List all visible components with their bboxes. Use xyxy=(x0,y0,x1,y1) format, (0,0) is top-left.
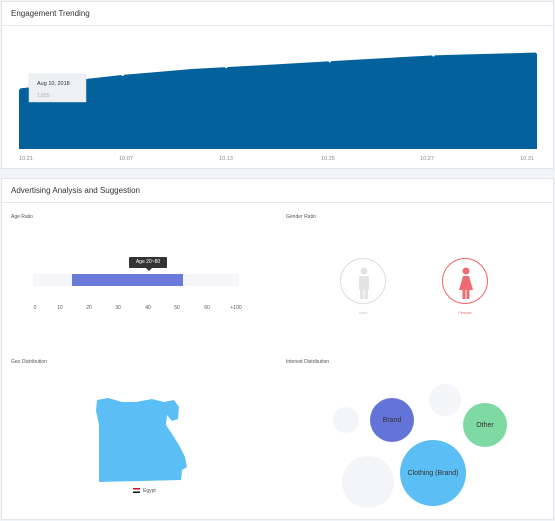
age-tick-label: 30 xyxy=(115,305,121,311)
male-icon xyxy=(359,267,369,299)
geo-legend: Egypt xyxy=(133,488,156,494)
data-point[interactable] xyxy=(225,65,228,69)
gender-ratio-title: Gender Ratio xyxy=(286,214,316,220)
interest-bubble-empty xyxy=(333,407,359,433)
engagement-chart: 10.21 10.07 10.13 10.25 10.27 10.31 Aug 10, 2… xyxy=(17,51,539,162)
data-point[interactable] xyxy=(328,60,331,63)
age-ratio-title: Age Ratio xyxy=(11,214,33,220)
male-label: Male xyxy=(358,310,368,315)
x-tick-label: 10.13 xyxy=(219,156,233,162)
chart-tooltip: Aug 10, 2018 1,655 xyxy=(28,73,87,103)
age-tooltip: Age 20~80 xyxy=(129,257,167,271)
x-tick-label: 10.21 xyxy=(19,156,33,162)
egypt-map[interactable] xyxy=(94,397,189,485)
interest-bubble-empty xyxy=(429,384,461,416)
age-range-bar[interactable] xyxy=(72,274,184,286)
geo-country-label: Egypt xyxy=(143,488,156,494)
age-tick-label: 40 xyxy=(145,305,151,311)
x-tick-label: 10.27 xyxy=(420,156,434,162)
geo-distribution-title: Geo Distribution xyxy=(11,359,47,365)
interest-bubble-empty xyxy=(342,456,394,508)
interest-bubble-label: Brand xyxy=(382,416,402,424)
age-tick-label: 10 xyxy=(57,305,63,311)
interest-bubble-clothing[interactable]: Clothing (Brand) xyxy=(400,440,466,506)
x-tick-label: 10.31 xyxy=(520,156,534,162)
data-point[interactable] xyxy=(432,54,435,57)
age-tick-label: 0 xyxy=(33,305,37,311)
tooltip-value: 1,655 xyxy=(37,93,50,99)
interest-bubble-other[interactable]: Other xyxy=(463,403,507,447)
interest-bubble-brand[interactable]: Brand xyxy=(370,398,414,442)
tooltip-date: Aug 10, 2018 xyxy=(37,81,70,87)
interest-bubble-label: Other xyxy=(476,421,494,429)
female-icon xyxy=(459,267,473,299)
interest-bubble-label: Clothing (Brand) xyxy=(407,469,459,477)
data-point[interactable] xyxy=(535,51,539,54)
advertising-panel: Advertising Analysis and Suggestion Age … xyxy=(1,178,554,520)
x-tick-label: 10.07 xyxy=(119,156,133,162)
x-tick-label: 10.25 xyxy=(321,156,335,162)
data-point[interactable] xyxy=(17,87,21,90)
age-tick-label: 50 xyxy=(174,305,180,311)
age-tick-label: 20 xyxy=(86,305,92,311)
age-tick-label: 60 xyxy=(204,305,210,311)
female-label: Female xyxy=(458,310,472,315)
egypt-flag-icon xyxy=(133,488,140,494)
female-gender-button[interactable] xyxy=(442,258,488,304)
engagement-title: Engagement Trending xyxy=(2,2,553,26)
male-gender-button[interactable] xyxy=(340,258,386,304)
advertising-title: Advertising Analysis and Suggestion xyxy=(2,179,553,203)
age-tick-label: +100 xyxy=(230,305,242,311)
engagement-panel: Engagement Trending 10.21 10.07 10.13 10.25… xyxy=(1,1,554,169)
data-point[interactable] xyxy=(121,73,124,77)
interest-distribution-title: Interest Distribution xyxy=(286,359,330,365)
